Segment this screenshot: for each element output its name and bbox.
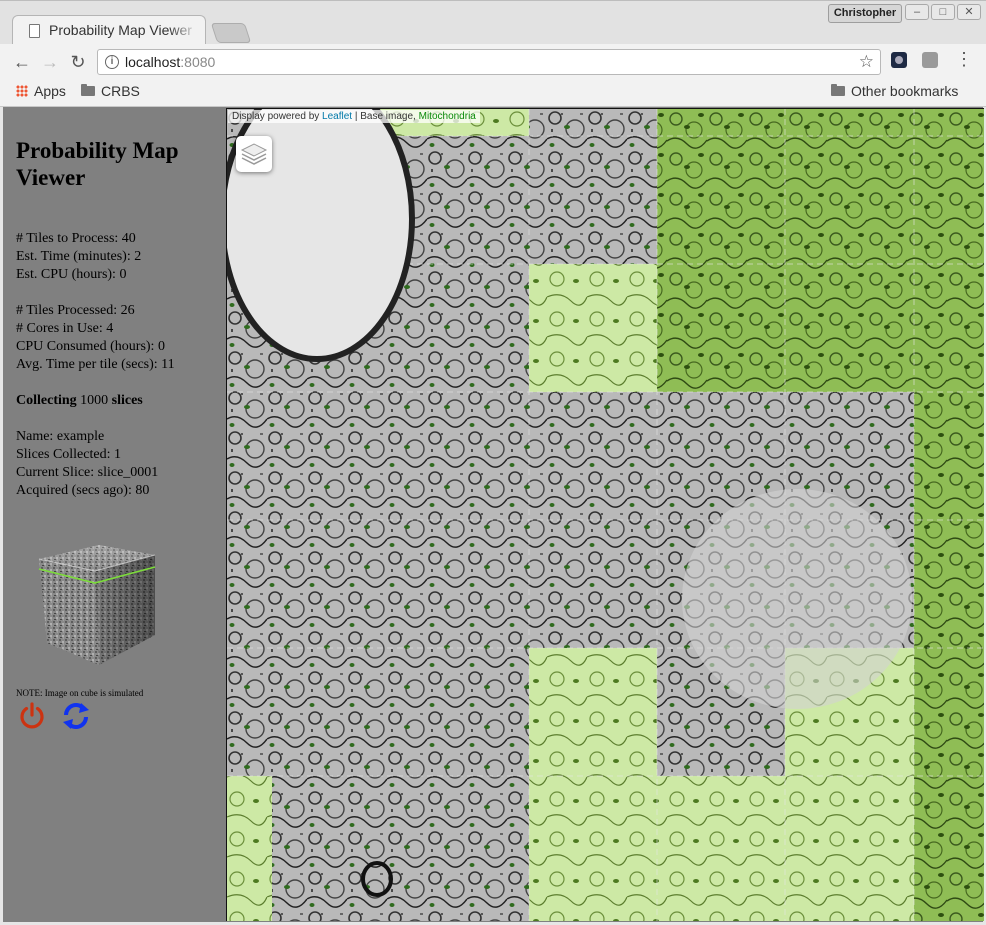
cube-note: NOTE: Image on cube is simulated xyxy=(16,688,144,698)
avg-time-per-tile: Avg. Time per tile (secs): 11 xyxy=(16,357,175,372)
extension-icon-2[interactable] xyxy=(922,52,938,68)
probability-tile xyxy=(914,264,984,392)
est-cpu: Est. CPU (hours): 0 xyxy=(16,267,127,282)
info-icon[interactable]: i xyxy=(105,55,119,69)
forward-icon[interactable]: → xyxy=(40,52,60,72)
page-title: Probability Map Viewer xyxy=(16,138,179,190)
current-slice: Current Slice: slice_0001 xyxy=(16,465,159,480)
power-icon[interactable] xyxy=(17,701,47,731)
reload-icon[interactable]: ↻ xyxy=(68,52,88,72)
back-icon[interactable]: ← xyxy=(12,52,32,72)
menu-icon[interactable]: ⋮ xyxy=(955,50,973,68)
minimize-button[interactable]: – xyxy=(905,4,929,20)
probability-tile xyxy=(914,648,984,776)
probability-tile xyxy=(657,136,785,264)
other-bookmarks[interactable]: Other bookmarks xyxy=(831,83,958,99)
probability-tile xyxy=(914,136,984,264)
acquisition-panel: Name: example Slices Collected: 1 Curren… xyxy=(16,428,158,500)
probability-tile xyxy=(227,776,272,921)
probability-tile xyxy=(785,264,914,392)
tab-title-fade xyxy=(169,19,199,43)
bookmark-star-icon[interactable]: ☆ xyxy=(859,52,874,72)
probability-tile xyxy=(785,136,914,264)
probability-tile xyxy=(914,392,984,520)
dataset-name: Name: example xyxy=(16,429,105,444)
sidebar: Probability Map Viewer # Tiles to Proces… xyxy=(3,107,226,922)
probability-tile xyxy=(657,776,785,921)
tiles-to-process: # Tiles to Process: 40 xyxy=(16,231,136,246)
layers-icon[interactable] xyxy=(236,136,272,172)
probability-tile xyxy=(657,109,785,136)
slices-collected: Slices Collected: 1 xyxy=(16,447,121,462)
maximize-button[interactable]: □ xyxy=(931,4,955,20)
collecting-status: Collecting 1000 slices xyxy=(16,393,143,408)
probability-tile xyxy=(657,264,785,392)
url-text: localhost:8080 xyxy=(125,54,216,70)
probability-tile xyxy=(785,109,914,136)
apps-grid-icon xyxy=(16,85,28,97)
cpu-consumed: CPU Consumed (hours): 0 xyxy=(16,339,165,354)
tiles-processed: # Tiles Processed: 26 xyxy=(16,303,135,318)
mitochondria-layer-link[interactable]: Mitochondria xyxy=(419,111,476,122)
stats-panel: # Tiles to Process: 40 Est. Time (minute… xyxy=(16,230,175,374)
browser-toolbar: ← → ↻ i localhost:8080 ☆ xyxy=(0,44,986,80)
probability-tile xyxy=(914,520,984,648)
folder-icon xyxy=(831,84,845,96)
address-bar[interactable]: i localhost:8080 ☆ xyxy=(97,49,881,75)
volume-cube-image xyxy=(38,545,156,665)
browser-tab[interactable]: Probability Map Viewer xyxy=(12,15,206,45)
window-titlebar: Probability Map Viewer Christopher – □ ✕ xyxy=(0,0,986,45)
document-icon xyxy=(29,24,40,38)
bookmark-crbs[interactable]: CRBS xyxy=(81,83,140,99)
extension-icon[interactable] xyxy=(891,52,907,68)
probability-map[interactable]: Display powered by Leaflet | Base image,… xyxy=(226,108,984,921)
map-tiles xyxy=(227,109,984,921)
folder-icon xyxy=(81,84,95,96)
close-button[interactable]: ✕ xyxy=(957,4,981,20)
bookmark-apps[interactable]: Apps xyxy=(16,83,66,99)
probability-tile xyxy=(529,264,657,392)
map-attribution: Display powered by Leaflet | Base image,… xyxy=(228,110,480,123)
profile-button[interactable]: Christopher xyxy=(828,4,902,23)
acquired-secs-ago: Acquired (secs ago): 80 xyxy=(16,483,150,498)
est-time: Est. Time (minutes): 2 xyxy=(16,249,142,264)
probability-tile xyxy=(529,776,657,921)
probability-tile xyxy=(529,648,657,776)
new-tab-button[interactable] xyxy=(210,23,252,43)
refresh-icon[interactable] xyxy=(60,701,92,731)
page-content: Probability Map Viewer # Tiles to Proces… xyxy=(3,107,984,922)
probability-tile xyxy=(914,776,984,921)
cores-in-use: # Cores in Use: 4 xyxy=(16,321,114,336)
bookmarks-bar: Apps CRBS Other bookmarks xyxy=(0,80,986,107)
leaflet-link[interactable]: Leaflet xyxy=(322,111,352,122)
probability-tile xyxy=(914,109,984,136)
probability-tile xyxy=(785,776,914,921)
